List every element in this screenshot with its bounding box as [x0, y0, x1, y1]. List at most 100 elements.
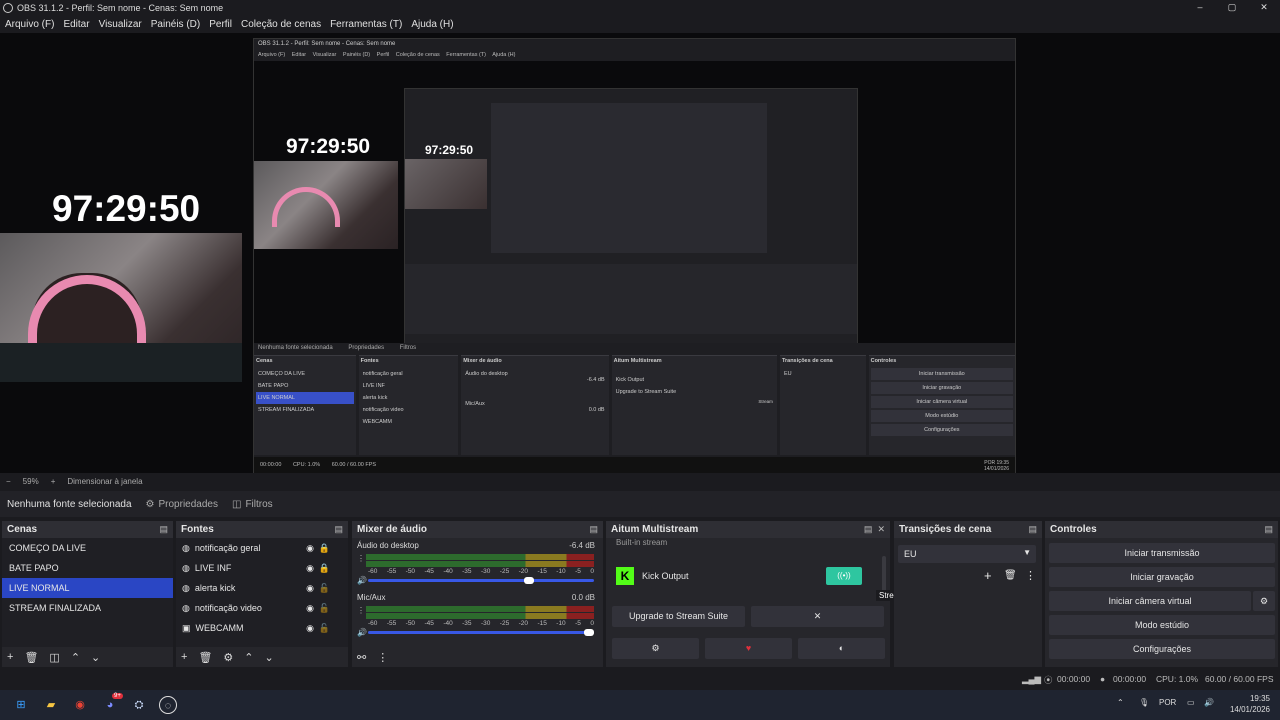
dock-menu-icon[interactable]: ▤: [864, 524, 873, 534]
language-indicator[interactable]: POR: [1159, 698, 1176, 707]
scene-item[interactable]: COMEÇO DA LIVE: [2, 538, 173, 558]
heart-button[interactable]: ♥: [705, 638, 792, 659]
add-icon[interactable]: +: [984, 568, 992, 583]
properties-button[interactable]: ⚙ Propriedades: [146, 499, 218, 510]
chevron-up-icon[interactable]: ⌃: [71, 651, 80, 664]
source-item[interactable]: ◍ notificação geral ◉ 🔒: [176, 538, 348, 558]
settings-button[interactable]: Configurações: [1049, 639, 1275, 659]
kebab-icon[interactable]: ⋮: [357, 606, 365, 615]
chevron-up-icon[interactable]: ⌃: [1117, 698, 1124, 707]
steam-icon[interactable]: ⛭: [130, 696, 148, 714]
kick-stream-button[interactable]: ((•)): [826, 567, 862, 585]
menu-paineis[interactable]: Painéis (D): [151, 19, 200, 30]
kebab-icon[interactable]: ⋮: [377, 651, 388, 664]
speaker-icon[interactable]: 🔊: [357, 628, 367, 637]
discord-button[interactable]: ◐: [798, 638, 885, 659]
channel-db: -6.4 dB: [569, 541, 595, 550]
trash-icon[interactable]: 🗑: [198, 651, 212, 664]
lock-icon[interactable]: 🔒: [319, 543, 330, 554]
network-icon[interactable]: ▭: [1187, 698, 1195, 707]
menu-colecao-cenas[interactable]: Coleção de cenas: [241, 19, 321, 30]
slider-knob[interactable]: [584, 629, 594, 636]
eye-icon[interactable]: ◉: [306, 623, 314, 634]
microphone-icon[interactable]: 🎙: [1139, 698, 1149, 707]
preview-canvas[interactable]: 97:29:50 OBS 31.1.2 - Perfil: Sem nome -…: [0, 33, 1280, 473]
dock-menu-icon[interactable]: ▤: [159, 524, 168, 535]
studio-mode-button[interactable]: Modo estúdio: [1049, 615, 1275, 635]
unlock-icon[interactable]: 🔓: [319, 603, 330, 614]
gear-icon[interactable]: ⚙: [223, 651, 233, 664]
system-clock[interactable]: 19:35 14/01/2026: [1230, 693, 1270, 715]
eye-icon[interactable]: ◉: [306, 543, 314, 554]
chevron-up-icon[interactable]: ⌃: [244, 651, 253, 664]
menu-perfil[interactable]: Perfil: [209, 19, 232, 30]
kebab-icon[interactable]: ⋮: [1025, 569, 1036, 582]
zoom-in-button[interactable]: +: [51, 477, 56, 486]
file-explorer-icon[interactable]: ▰: [42, 696, 60, 714]
chevron-down-icon[interactable]: ⌄: [91, 651, 100, 664]
filters-button[interactable]: ◫ Filtros: [232, 499, 273, 510]
source-item[interactable]: ▣ WEBCAMM ◉ 🔓: [176, 618, 348, 638]
kebab-icon[interactable]: ⋮: [357, 554, 365, 563]
dock-menu-icon[interactable]: ▤: [1028, 524, 1037, 535]
unlock-icon[interactable]: 🔓: [319, 583, 330, 594]
obs-taskbar-icon[interactable]: ◌: [159, 696, 177, 714]
slider-knob[interactable]: [523, 577, 534, 584]
dock-menu-icon[interactable]: ▤: [589, 524, 598, 535]
source-item[interactable]: ◍ alerta kick ◉ 🔓: [176, 578, 348, 598]
fit-window-button[interactable]: Dimensionar à janela: [67, 477, 142, 486]
scene-item[interactable]: STREAM FINALIZADA: [2, 598, 173, 618]
menu-visualizar[interactable]: Visualizar: [99, 19, 142, 30]
eye-icon[interactable]: ◉: [306, 603, 314, 614]
source-label: WEBCAMM: [195, 623, 244, 633]
dock-menu-icon[interactable]: ▤: [334, 524, 343, 535]
eye-icon[interactable]: ◉: [306, 563, 314, 574]
nested-transition: EU: [783, 371, 792, 377]
scale-tick: -5: [575, 568, 581, 575]
add-icon[interactable]: +: [7, 651, 13, 663]
zoom-out-button[interactable]: −: [6, 477, 11, 486]
minimize-button[interactable]: –: [1184, 0, 1216, 15]
unlock-icon[interactable]: 🔓: [319, 623, 330, 634]
trash-icon[interactable]: 🗑: [1004, 570, 1017, 581]
scene-item[interactable]: BATE PAPO: [2, 558, 173, 578]
start-record-button[interactable]: Iniciar gravação: [1049, 567, 1275, 587]
speaker-icon[interactable]: 🔊: [357, 576, 367, 585]
close-icon[interactable]: ✕: [877, 524, 885, 534]
nested-menu-item: Ferramentas (T): [446, 52, 487, 58]
filter-icon[interactable]: ◫: [49, 651, 59, 664]
settings-gear-button[interactable]: ⚙: [612, 638, 699, 659]
deep-panels: [405, 264, 857, 334]
dock-menu-icon[interactable]: ▤: [1264, 524, 1273, 535]
start-virtual-camera-button[interactable]: Iniciar câmera virtual: [1049, 591, 1251, 611]
upgrade-button[interactable]: Upgrade to Stream Suite: [612, 606, 745, 627]
menu-arquivo[interactable]: Arquivo (F): [5, 19, 54, 30]
eye-icon[interactable]: ◉: [306, 583, 314, 594]
level-meter: [366, 554, 594, 560]
scale-tick: 0: [590, 620, 594, 627]
close-button[interactable]: ✕: [1248, 0, 1280, 15]
menu-editar[interactable]: Editar: [63, 19, 89, 30]
lock-icon[interactable]: 🔒: [319, 563, 330, 574]
source-item[interactable]: ◍ notificação video ◉ 🔓: [176, 598, 348, 618]
volume-slider[interactable]: [368, 629, 594, 636]
dismiss-button[interactable]: ✕: [751, 606, 884, 627]
add-icon[interactable]: +: [181, 651, 187, 663]
chrome-icon[interactable]: ◉: [71, 696, 89, 714]
menu-ajuda[interactable]: Ajuda (H): [411, 19, 453, 30]
start-stream-button[interactable]: Iniciar transmissão: [1049, 543, 1275, 563]
maximize-button[interactable]: ▢: [1216, 0, 1248, 15]
trash-icon[interactable]: 🗑: [24, 651, 38, 664]
menu-ferramentas[interactable]: Ferramentas (T): [330, 19, 402, 30]
scale-tick: -5: [575, 620, 581, 627]
scene-item-selected[interactable]: LIVE NORMAL: [2, 578, 173, 598]
virtual-camera-settings-button[interactable]: ⚙: [1253, 591, 1275, 611]
mixer-title: Mixer de áudio: [357, 524, 428, 535]
link-icon[interactable]: ⚯: [357, 651, 366, 664]
windows-start-icon[interactable]: ⊞: [12, 696, 30, 714]
volume-slider[interactable]: [368, 577, 594, 584]
source-item[interactable]: ◍ LIVE INF ◉ 🔒: [176, 558, 348, 578]
volume-icon[interactable]: 🔊: [1204, 698, 1214, 707]
chevron-down-icon[interactable]: ⌄: [265, 651, 274, 664]
transition-select[interactable]: EU ▼: [898, 545, 1036, 563]
